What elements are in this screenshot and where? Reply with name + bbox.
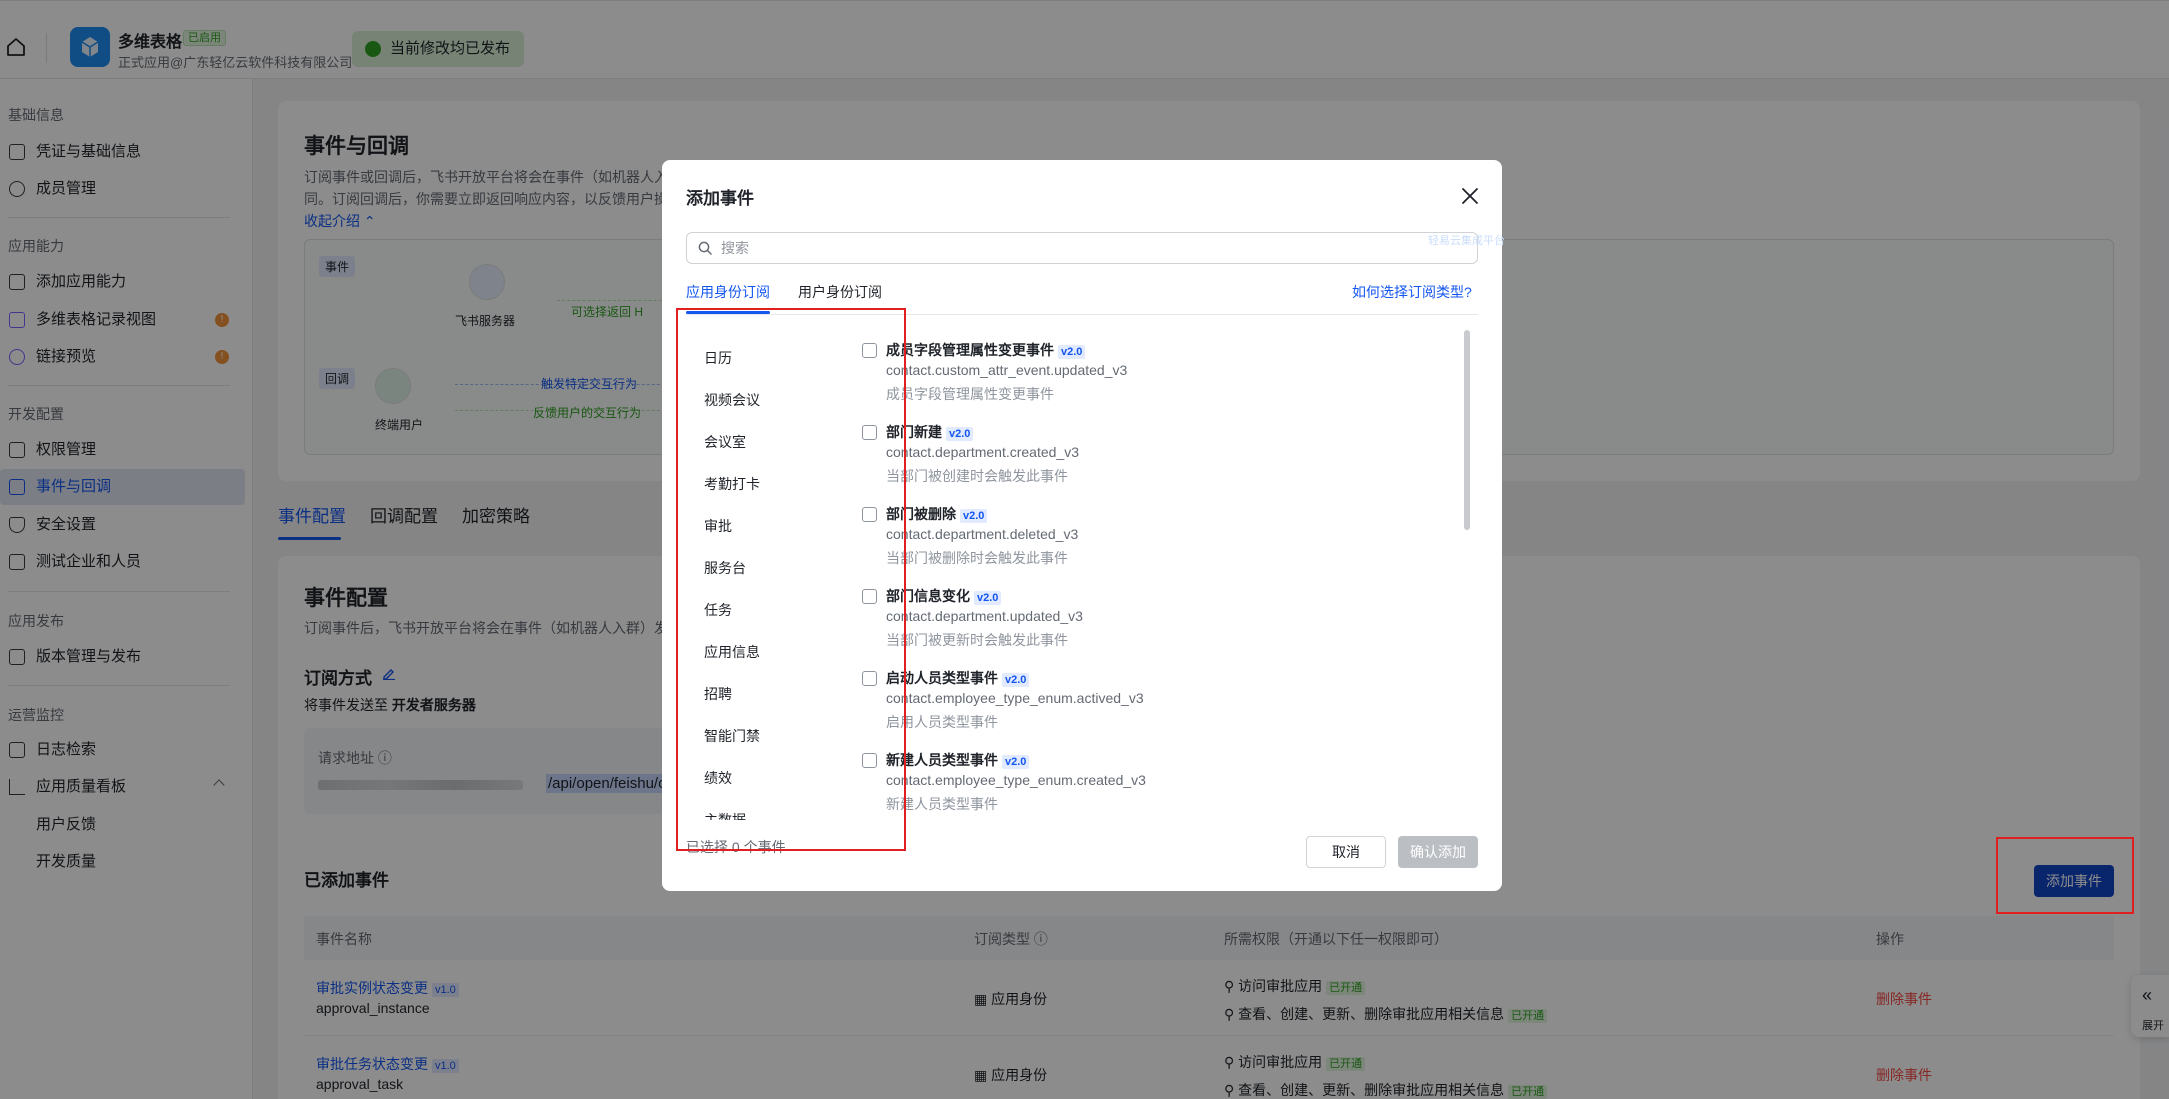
version-tag: v2.0 [1058, 345, 1086, 359]
cancel-button[interactable]: 取消 [1306, 836, 1386, 868]
event-code: contact.department.updated_v3 [886, 608, 1083, 624]
tab-app-identity[interactable]: 应用身份订阅 [686, 282, 770, 302]
version-tag: v2.0 [1002, 673, 1030, 687]
event-code: contact.custom_attr_event.updated_v3 [886, 362, 1128, 378]
event-code: contact.department.created_v3 [886, 444, 1080, 460]
highlight-frame-add-event [1996, 837, 2134, 914]
subscription-help-link[interactable]: 如何选择订阅类型? [1352, 282, 1472, 302]
event-code: contact.employee_type_enum.actived_v3 [886, 690, 1144, 706]
tab-user-identity[interactable]: 用户身份订阅 [798, 282, 882, 302]
event-description: 当部门被删除时会触发此事件 [886, 550, 1068, 566]
list-item: 部门被删除 v2.0 contact.department.deleted_v3 … [860, 501, 1430, 581]
event-code: contact.department.deleted_v3 [886, 526, 1079, 542]
list-item: 新建人员类型事件 v2.0 contact.employee_type_enum.… [860, 747, 1430, 827]
close-icon[interactable] [1458, 184, 1482, 208]
event-title: 新建人员类型事件 v2.0 [886, 750, 1030, 770]
search-icon [698, 241, 712, 255]
event-title: 成员字段管理属性变更事件 v2.0 [886, 340, 1086, 360]
event-list: 成员字段管理属性变更事件 v2.0 contact.custom_attr_eve… [860, 325, 1430, 973]
version-tag: v2.0 [946, 427, 974, 441]
version-tag: v2.0 [974, 591, 1002, 605]
search-box [686, 232, 1478, 264]
event-title: 启动人员类型事件 v2.0 [886, 668, 1030, 688]
event-title-text: 成员字段管理属性变更事件 [886, 342, 1054, 358]
event-description: 成员字段管理属性变更事件 [886, 386, 1054, 402]
dialog-title: 添加事件 [686, 189, 754, 208]
version-tag: v2.0 [1002, 755, 1030, 769]
watermark-text: 轻易云集成平台 [1428, 235, 1505, 247]
version-tag: v2.0 [960, 509, 988, 523]
event-list-scrollbar[interactable] [1464, 330, 1470, 530]
highlight-frame-categories [676, 308, 906, 851]
search-input[interactable] [721, 237, 1461, 259]
list-item: 部门信息变化 v2.0 contact.department.updated_v3… [860, 583, 1430, 663]
event-code: contact.employee_type_enum.created_v3 [886, 772, 1146, 788]
list-item: 启动人员类型事件 v2.0 contact.employee_type_enum.… [860, 665, 1430, 745]
confirm-add-button[interactable]: 确认添加 [1398, 836, 1478, 868]
event-description: 当部门被创建时会触发此事件 [886, 468, 1068, 484]
event-description: 当部门被更新时会触发此事件 [886, 632, 1068, 648]
list-item: 部门新建 v2.0 contact.department.created_v3 当… [860, 419, 1430, 499]
list-item: 成员字段管理属性变更事件 v2.0 contact.custom_attr_eve… [860, 337, 1430, 417]
